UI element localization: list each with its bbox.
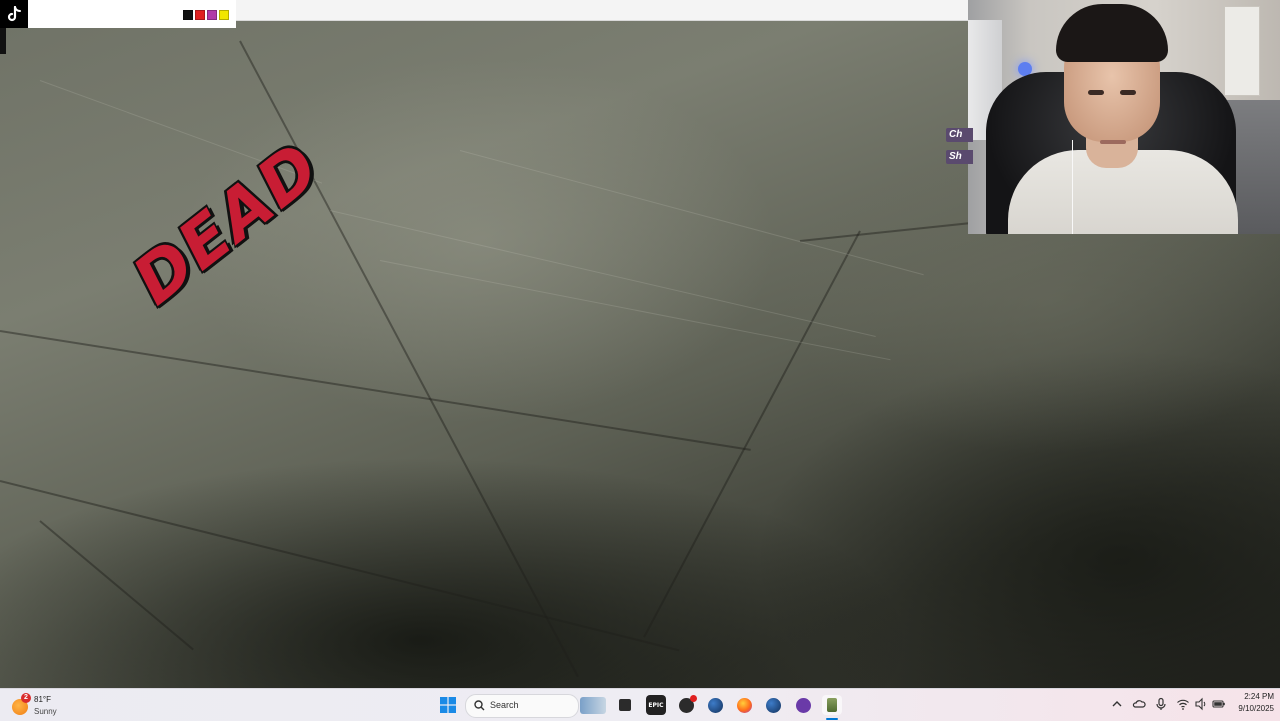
windows-start-icon[interactable] xyxy=(438,695,458,715)
concrete-seam xyxy=(0,480,680,652)
epic-games-icon[interactable]: EPIC xyxy=(646,695,666,715)
chat-tag: Sh xyxy=(946,150,973,164)
search-icon xyxy=(474,700,485,711)
door xyxy=(1224,6,1260,96)
weather-temperature: 81°F xyxy=(34,695,51,704)
dead-status-text: DEAD xyxy=(118,127,335,320)
taskbar-clock[interactable]: 2:24 PM 9/10/2025 xyxy=(1222,692,1274,713)
webcam-feed xyxy=(968,0,1280,234)
chat-tag: Ch xyxy=(946,128,973,142)
swatch-red xyxy=(195,10,205,20)
swatch-yellow xyxy=(219,10,229,20)
swatch-magenta xyxy=(207,10,217,20)
taskbar: 2 81°F Sunny Search EPIC 2:24 PM 9/10/20… xyxy=(0,688,1280,721)
firefox-icon[interactable] xyxy=(734,695,754,715)
game-icon[interactable] xyxy=(822,695,842,715)
concrete-seam xyxy=(643,230,861,638)
wifi-icon[interactable] xyxy=(1176,697,1190,711)
person-eye xyxy=(1120,90,1136,95)
person-mouth xyxy=(1100,140,1126,144)
weather-widget[interactable]: 2 81°F Sunny xyxy=(10,692,90,718)
earbud-cable xyxy=(1072,140,1073,234)
overlay-notch xyxy=(0,28,6,54)
search-label: Search xyxy=(490,700,519,710)
volume-icon[interactable] xyxy=(1194,697,1208,711)
concrete-seam xyxy=(39,520,194,651)
overlay-card xyxy=(28,0,236,28)
onedrive-icon[interactable] xyxy=(1132,697,1146,711)
steam-icon[interactable] xyxy=(705,695,725,715)
person-eye xyxy=(1088,90,1104,95)
weather-condition: Sunny xyxy=(34,707,57,716)
person-hair xyxy=(1056,4,1168,62)
clock-time: 2:24 PM xyxy=(1244,692,1274,701)
tiktok-icon xyxy=(0,0,28,28)
clock-date: 9/10/2025 xyxy=(1238,704,1274,713)
obs-icon[interactable] xyxy=(676,694,697,715)
steam-icon-2[interactable] xyxy=(763,695,783,715)
taskbar-search[interactable]: Search xyxy=(465,694,606,718)
chat-overlay: Ch Sh xyxy=(946,128,973,172)
concrete-ridge xyxy=(379,260,891,361)
swatch-black xyxy=(183,10,193,20)
chevron-up-icon[interactable] xyxy=(1110,697,1124,711)
search-highlight-icon xyxy=(580,697,606,714)
file-explorer-icon[interactable] xyxy=(615,695,635,715)
microphone-icon[interactable] xyxy=(1154,697,1168,711)
podcast-icon[interactable] xyxy=(793,695,813,715)
concrete-seam xyxy=(0,330,751,451)
concrete-ridge xyxy=(329,210,876,337)
notification-badge: 2 xyxy=(21,693,31,703)
